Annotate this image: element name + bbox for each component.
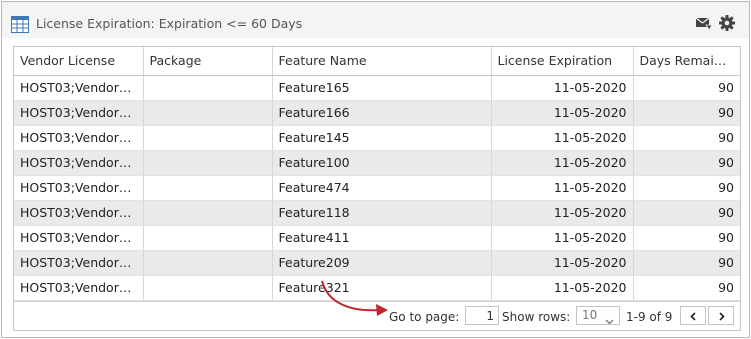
- license-expiration-cell: 11-05-2020: [491, 175, 634, 201]
- feature-name-cell: Feature165: [272, 75, 492, 101]
- previous-page-button[interactable]: [680, 306, 706, 325]
- vendor-license-cell: HOST03;VendorLi...: [14, 75, 144, 101]
- show-rows-label: Show rows:: [502, 310, 571, 324]
- days-remaining-cell: 90: [633, 175, 740, 201]
- pagination-bar: Go to page: Show rows: 10 1-9 of 9: [14, 301, 740, 330]
- page-range-text: 1-9 of 9: [626, 310, 673, 324]
- package-cell: [143, 225, 273, 251]
- days-remaining-cell: 90: [633, 75, 740, 101]
- feature-name-cell: Feature411: [272, 225, 492, 251]
- table-icon: [11, 16, 29, 33]
- panel-header: License Expiration: Expiration <= 60 Day…: [2, 2, 749, 38]
- license-expiration-panel: License Expiration: Expiration <= 60 Day…: [1, 1, 750, 338]
- feature-name-cell: Feature145: [272, 125, 492, 151]
- vendor-license-cell: HOST03;VendorLi...: [14, 150, 144, 176]
- days-remaining-cell: 90: [633, 150, 740, 176]
- page-number-input[interactable]: [465, 306, 499, 325]
- feature-name-cell: Feature321: [272, 275, 492, 301]
- package-cell: [143, 100, 273, 126]
- table-row[interactable]: HOST03;VendorLi... Feature166 11-05-2020…: [14, 100, 740, 126]
- package-cell: [143, 250, 273, 276]
- vendor-license-cell: HOST03;VendorLi...: [14, 250, 144, 276]
- days-remaining-cell: 90: [633, 275, 740, 301]
- email-icon[interactable]: [695, 14, 713, 32]
- license-expiration-cell: 11-05-2020: [491, 200, 634, 226]
- feature-name-cell: Feature100: [272, 150, 492, 176]
- feature-name-cell: Feature209: [272, 250, 492, 276]
- column-header-license-expiration[interactable]: License Expiration: [491, 47, 634, 76]
- next-page-button[interactable]: [708, 306, 734, 325]
- package-cell: [143, 75, 273, 101]
- feature-name-cell: Feature166: [272, 100, 492, 126]
- package-cell: [143, 175, 273, 201]
- go-to-page-label: Go to page:: [389, 310, 460, 324]
- rows-per-page-value: 10: [582, 308, 598, 322]
- chevron-left-icon: [690, 312, 696, 321]
- vendor-license-cell: HOST03;VendorLi...: [14, 200, 144, 226]
- package-cell: [143, 150, 273, 176]
- column-header-feature-name[interactable]: Feature Name: [272, 47, 492, 76]
- column-header-package[interactable]: Package: [143, 47, 273, 76]
- days-remaining-cell: 90: [633, 225, 740, 251]
- license-expiration-cell: 11-05-2020: [491, 100, 634, 126]
- days-remaining-cell: 90: [633, 125, 740, 151]
- feature-name-cell: Feature118: [272, 200, 492, 226]
- license-expiration-cell: 11-05-2020: [491, 75, 634, 101]
- table-row[interactable]: HOST03;VendorLi... Feature474 11-05-2020…: [14, 175, 740, 201]
- license-expiration-cell: 11-05-2020: [491, 150, 634, 176]
- vendor-license-cell: HOST03;VendorLi...: [14, 125, 144, 151]
- table-row[interactable]: HOST03;VendorLi... Feature209 11-05-2020…: [14, 250, 740, 276]
- license-expiration-cell: 11-05-2020: [491, 250, 634, 276]
- package-cell: [143, 125, 273, 151]
- gear-icon[interactable]: [718, 14, 736, 32]
- license-expiration-cell: 11-05-2020: [491, 125, 634, 151]
- package-cell: [143, 275, 273, 301]
- table-row[interactable]: HOST03;VendorLi... Feature145 11-05-2020…: [14, 125, 740, 151]
- days-remaining-cell: 90: [633, 200, 740, 226]
- table-row[interactable]: HOST03;VendorLi... Feature411 11-05-2020…: [14, 225, 740, 251]
- license-table: Vendor License Package Feature Name Lice…: [13, 46, 741, 331]
- days-remaining-cell: 90: [633, 100, 740, 126]
- package-cell: [143, 200, 273, 226]
- table-row[interactable]: HOST03;VendorLi... Feature165 11-05-2020…: [14, 75, 740, 101]
- column-header-vendor-license[interactable]: Vendor License: [14, 47, 144, 76]
- days-remaining-cell: 90: [633, 250, 740, 276]
- table-row[interactable]: HOST03;VendorLi... Feature321 11-05-2020…: [14, 275, 740, 301]
- feature-name-cell: Feature474: [272, 175, 492, 201]
- panel-title: License Expiration: Expiration <= 60 Day…: [36, 16, 303, 31]
- vendor-license-cell: HOST03;VendorLi...: [14, 275, 144, 301]
- vendor-license-cell: HOST03;VendorLi...: [14, 225, 144, 251]
- rows-per-page-select[interactable]: 10: [576, 306, 620, 325]
- chevron-down-icon: [605, 313, 614, 330]
- license-expiration-cell: 11-05-2020: [491, 225, 634, 251]
- vendor-license-cell: HOST03;VendorLi...: [14, 175, 144, 201]
- vendor-license-cell: HOST03;VendorLi...: [14, 100, 144, 126]
- table-row[interactable]: HOST03;VendorLi... Feature100 11-05-2020…: [14, 150, 740, 176]
- license-expiration-cell: 11-05-2020: [491, 275, 634, 301]
- table-row[interactable]: HOST03;VendorLi... Feature118 11-05-2020…: [14, 200, 740, 226]
- chevron-right-icon: [719, 312, 725, 321]
- table-header-row: Vendor License Package Feature Name Lice…: [14, 47, 740, 76]
- column-header-days-remaining[interactable]: Days Remaining: [633, 47, 740, 76]
